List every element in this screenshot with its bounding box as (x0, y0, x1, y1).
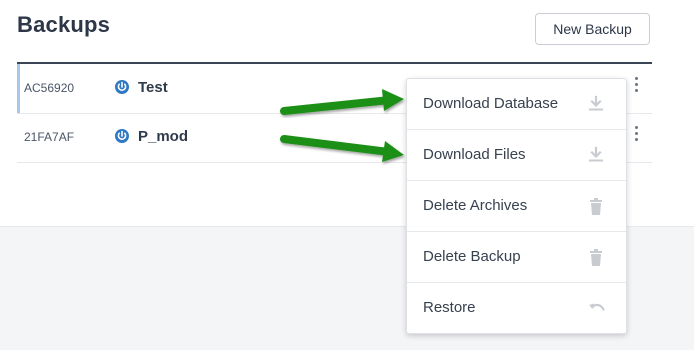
trash-icon (590, 198, 602, 215)
download-icon (589, 95, 603, 111)
menu-item-download-database[interactable]: Download Database (407, 79, 626, 129)
menu-item-label: Download Database (423, 95, 559, 112)
menu-item-label: Delete Backup (423, 248, 521, 265)
new-backup-button[interactable]: New Backup (535, 13, 650, 45)
backup-id: 21FA7AF (24, 130, 75, 144)
download-icon (589, 146, 603, 162)
trash-icon (590, 249, 602, 266)
menu-item-label: Delete Archives (423, 197, 528, 214)
menu-item-download-files[interactable]: Download Files (407, 129, 626, 180)
row-actions-kebab-icon[interactable] (630, 77, 642, 99)
menu-item-label: Download Files (423, 146, 526, 163)
backup-actions-menu: Download Database Download Files Delete … (406, 78, 627, 334)
page-title: Backups (17, 12, 111, 37)
menu-item-restore[interactable]: Restore (407, 282, 626, 333)
backup-name[interactable]: P_mod (138, 128, 188, 145)
menu-item-label: Restore (423, 299, 476, 316)
row-actions-kebab-icon[interactable] (630, 126, 642, 148)
undo-icon (589, 303, 605, 311)
backup-name[interactable]: Test (138, 79, 168, 96)
menu-item-delete-archives[interactable]: Delete Archives (407, 180, 626, 231)
menu-item-delete-backup[interactable]: Delete Backup (407, 231, 626, 282)
backup-id: AC56920 (24, 81, 75, 95)
power-icon (115, 80, 129, 94)
power-icon (115, 129, 129, 143)
